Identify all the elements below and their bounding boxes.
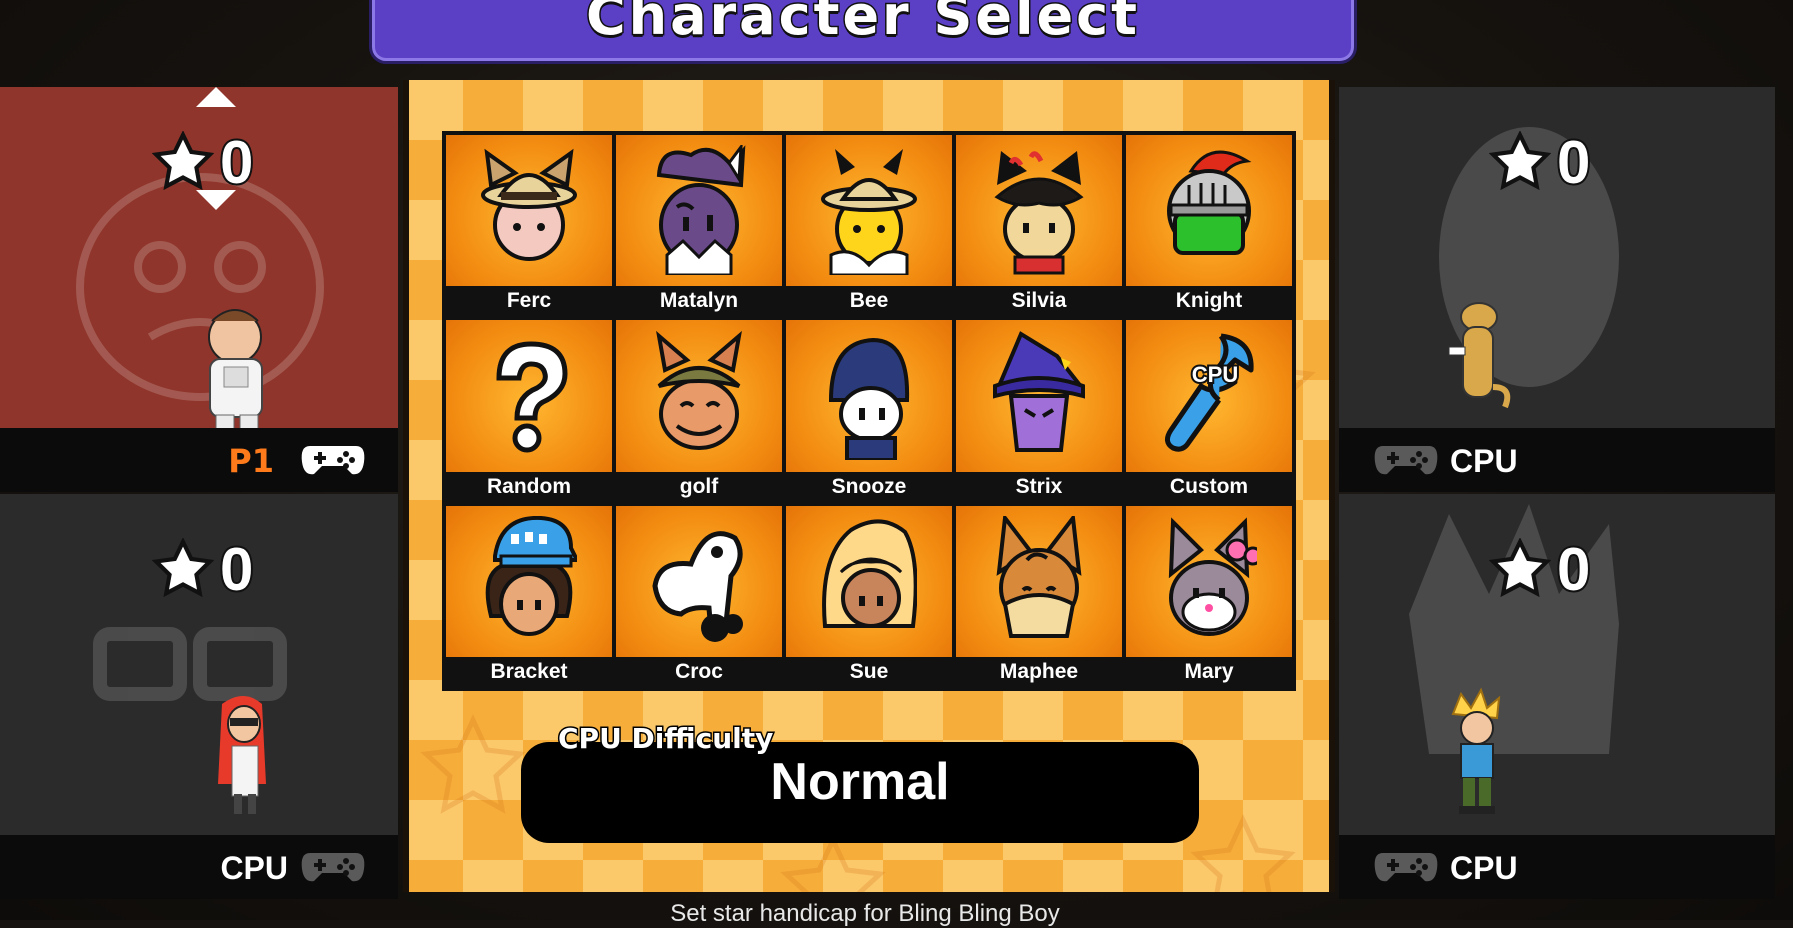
character-name: Snooze [786, 471, 952, 502]
character-croc[interactable]: Croc [616, 505, 782, 687]
star-count-value: 0 [218, 127, 255, 198]
cpu-difficulty-value[interactable]: Normal [521, 752, 1199, 812]
player-tag: CPU [1450, 443, 1518, 479]
star-handicap: 0 [1489, 534, 1592, 605]
character-golf[interactable]: golf [616, 320, 782, 502]
character-snooze[interactable]: Snooze [786, 320, 952, 502]
player-tag: CPU [220, 850, 288, 886]
star-icon [152, 538, 214, 598]
player-tag: P1 [228, 442, 274, 480]
matalyn-portrait [656, 145, 746, 275]
character-name: Ferc [446, 286, 612, 317]
character-name: Random [446, 471, 612, 502]
player-tag: CPU [1450, 850, 1518, 886]
player-bar: CPU [0, 835, 398, 899]
page-title: Character Select [585, 0, 1140, 49]
character-name: Bee [786, 286, 952, 317]
character-ferc[interactable]: Ferc [446, 135, 612, 317]
star-handicap: 0 [152, 127, 255, 198]
hint-text: Set star handicap for Bling Bling Boy [670, 900, 1060, 927]
character-strix[interactable]: Strix [956, 320, 1122, 502]
character-name: golf [616, 471, 782, 502]
cpu-difficulty-label: CPU Difficulty [556, 721, 774, 757]
star-count-value: 0 [218, 534, 255, 605]
character-bee[interactable]: Bee [786, 135, 952, 317]
character-name: Strix [956, 471, 1122, 502]
controller-icon [301, 853, 365, 882]
character-random[interactable]: Random [446, 320, 612, 502]
character-name: Knight [1126, 286, 1292, 317]
title-banner: Character Select [372, 0, 1354, 61]
character-name: Maphee [956, 656, 1122, 687]
character-custom[interactable]: CPU Custom [1126, 320, 1292, 502]
controller-icon [301, 446, 365, 475]
bee-portrait [821, 149, 917, 275]
character-maphee[interactable]: Maphee [956, 505, 1122, 687]
star-icon [1489, 131, 1551, 191]
wrench-icon: CPU [1165, 333, 1254, 452]
character-matalyn[interactable]: Matalyn [616, 135, 782, 317]
character-name: Sue [786, 656, 952, 687]
player-bar: CPU [1339, 428, 1775, 492]
bracket-portrait [485, 515, 577, 636]
player-panel-p4[interactable]: 0 CPU [1339, 494, 1775, 899]
star-count-value: 0 [1555, 534, 1592, 605]
player3-character-sprite [218, 696, 266, 814]
star-handicap: 0 [152, 534, 255, 605]
croc-portrait [652, 530, 743, 642]
mary-portrait [1168, 517, 1257, 636]
character-name: Bracket [446, 656, 612, 687]
character-silvia[interactable]: Silvia [956, 135, 1122, 317]
player-bar: P1 [0, 428, 398, 492]
sue-portrait [822, 519, 917, 628]
character-name: Matalyn [616, 286, 782, 317]
player-panel-p2[interactable]: 0 CPU [1339, 87, 1775, 492]
silvia-portrait [994, 151, 1084, 275]
player-panel-p3[interactable]: 0 CPU [0, 494, 398, 899]
character-knight[interactable]: Knight [1126, 135, 1292, 317]
player-panel-p1[interactable]: 0 P1 [0, 87, 398, 492]
snooze-portrait [828, 338, 910, 461]
star-up-arrow[interactable] [196, 87, 236, 107]
star-icon [152, 131, 214, 191]
strix-portrait [993, 331, 1085, 453]
knight-portrait [1167, 150, 1252, 255]
character-name: Silvia [956, 286, 1122, 317]
controller-icon [1374, 446, 1438, 475]
question-mark-icon [496, 341, 568, 453]
character-sue[interactable]: Sue [786, 505, 952, 687]
character-mary[interactable]: Mary [1126, 505, 1292, 687]
character-name: Mary [1126, 656, 1292, 687]
character-name: Croc [616, 656, 782, 687]
cpu-badge: CPU [1192, 362, 1238, 387]
star-icon [1489, 538, 1551, 598]
character-bracket[interactable]: Bracket [446, 505, 612, 687]
character-name: Custom [1126, 471, 1292, 502]
ferc-portrait [481, 148, 577, 261]
star-handicap: 0 [1489, 127, 1592, 198]
character-grid: Ferc Matalyn Bee Silvia Knight Random go… [442, 131, 1296, 691]
controller-icon [1374, 853, 1438, 882]
player-bar: CPU [1339, 835, 1775, 899]
maphee-portrait [996, 515, 1082, 638]
player1-character-sprite [208, 309, 263, 444]
golf-portrait [656, 331, 742, 451]
star-count-value: 0 [1555, 127, 1592, 198]
